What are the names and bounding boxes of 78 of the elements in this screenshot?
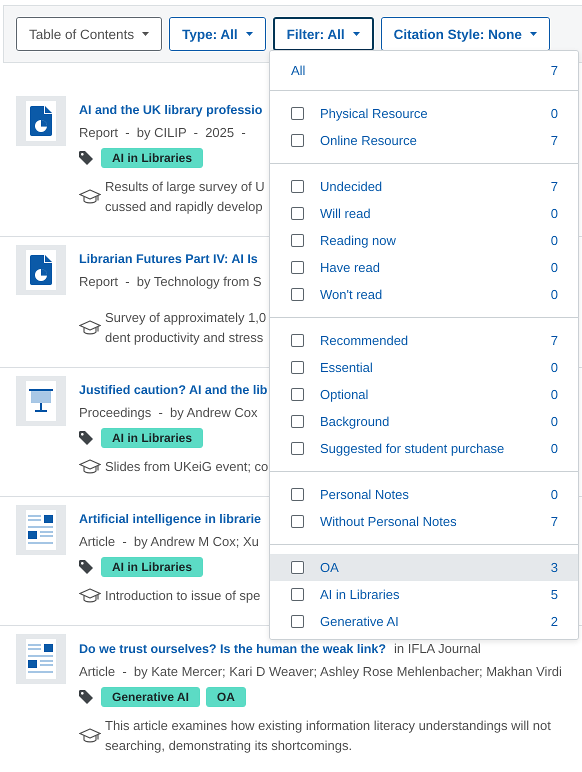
item-meta: Proceedings - by Andrew Cox (79, 405, 258, 420)
tag-label[interactable]: OA (206, 687, 246, 707)
menu-item[interactable]: Undecided 7 (270, 173, 578, 200)
menu-item[interactable]: Essential 0 (270, 354, 578, 381)
menu-item[interactable]: Will read 0 (270, 200, 578, 227)
item-title-link[interactable]: Artificial intelligence in librarie (79, 512, 261, 526)
tag-label[interactable]: AI in Libraries (101, 148, 204, 168)
report-icon (30, 106, 52, 136)
caret-icon (142, 32, 150, 36)
checkbox[interactable] (291, 561, 304, 574)
checkbox[interactable] (291, 180, 304, 193)
checkbox[interactable] (291, 288, 304, 301)
checkbox[interactable] (291, 334, 304, 347)
menu-item[interactable]: Background 0 (270, 408, 578, 435)
item-description: This article examines how existing information literacy understandings will not searching, demonstrating its shortcomings. (105, 717, 551, 755)
checkbox[interactable] (291, 388, 304, 401)
item-title-link[interactable]: Librarian Futures Part IV: AI Is (79, 252, 258, 266)
menu-item[interactable]: Won't read 0 (270, 281, 578, 308)
item-title-link[interactable]: Justified caution? AI and the lib (79, 383, 268, 397)
item-title-link[interactable]: AI and the UK library professio (79, 103, 262, 117)
checkbox[interactable] (291, 361, 304, 374)
checkbox[interactable] (291, 442, 304, 455)
graduation-cap-icon (79, 189, 101, 205)
menu-item[interactable]: Suggested for student purchase 0 (270, 435, 578, 462)
checkbox[interactable] (291, 234, 304, 247)
article-icon (28, 644, 54, 674)
tag-icon (79, 560, 93, 574)
menu-item[interactable]: Recommended 7 (270, 327, 578, 354)
menu-item[interactable]: AI in Libraries 5 (270, 581, 578, 608)
menu-item[interactable]: All 7 (270, 51, 578, 91)
checkbox[interactable] (291, 134, 304, 147)
item-meta: Report - by CILIP - 2025 - (79, 125, 246, 140)
caret-icon (530, 32, 537, 36)
graduation-cap-icon (79, 459, 101, 475)
tag-label[interactable]: AI in Libraries (101, 428, 204, 448)
checkbox[interactable] (291, 488, 304, 501)
checkbox[interactable] (291, 515, 304, 528)
item-description: Slides from UKeiG event; co (105, 458, 268, 476)
checkbox[interactable] (291, 615, 304, 628)
menu-item[interactable]: Online Resource 7 (270, 127, 578, 154)
dropdown-button[interactable]: Citation Style: None (380, 17, 550, 51)
article-icon (28, 515, 54, 545)
item-description: Survey of approximately 1,0 dent productivity and stress (105, 309, 266, 347)
tag-label[interactable]: Generative AI (101, 687, 200, 707)
checkbox[interactable] (291, 207, 304, 220)
menu-item[interactable]: Have read 0 (270, 254, 578, 281)
item-description: Results of large survey of U cussed and rapidly develop (105, 178, 265, 216)
checkbox[interactable] (291, 415, 304, 428)
item-meta: Article - by Andrew M Cox; Xu (79, 534, 259, 549)
dropdown-button[interactable]: Type: All (169, 17, 266, 51)
item-meta: Report - by Technology from S (79, 274, 262, 289)
menu-item[interactable]: Optional 0 (270, 381, 578, 408)
caret-icon (246, 32, 253, 36)
dropdown-button[interactable]: Filter: All (272, 17, 374, 51)
tag-icon (79, 431, 93, 445)
menu-item[interactable]: Reading now 0 (270, 227, 578, 254)
menu-item[interactable]: Physical Resource 0 (270, 100, 578, 127)
menu-item[interactable]: Without Personal Notes 7 (270, 508, 578, 535)
checkbox[interactable] (291, 107, 304, 120)
report-icon (30, 255, 52, 285)
tag-icon (79, 151, 93, 165)
item-meta: Article - by Kate Mercer; Kari D Weaver; Ashley Rose Mehlenbacher; Makhan Virdi (79, 664, 562, 679)
menu-item[interactable]: Generative AI 2 (270, 608, 578, 635)
tag-label[interactable]: AI in Libraries (101, 557, 204, 577)
menu-item[interactable]: OA 3 (270, 554, 578, 581)
caret-icon (352, 32, 360, 36)
item-source: in IFLA Journal (394, 641, 481, 656)
graduation-cap-icon (79, 588, 101, 604)
checkbox[interactable] (291, 588, 304, 601)
checkbox[interactable] (291, 261, 304, 274)
presentation-icon (29, 389, 53, 413)
dropdown-button[interactable]: Table of Contents (16, 17, 162, 51)
tag-icon (79, 690, 93, 704)
item-title-link[interactable]: Do we trust ourselves? Is the human the weak link? (79, 642, 386, 656)
graduation-cap-icon (79, 728, 101, 744)
graduation-cap-icon (79, 320, 101, 336)
menu-item[interactable]: Personal Notes 0 (270, 481, 578, 508)
item-description: Introduction to issue of spe (105, 587, 260, 605)
